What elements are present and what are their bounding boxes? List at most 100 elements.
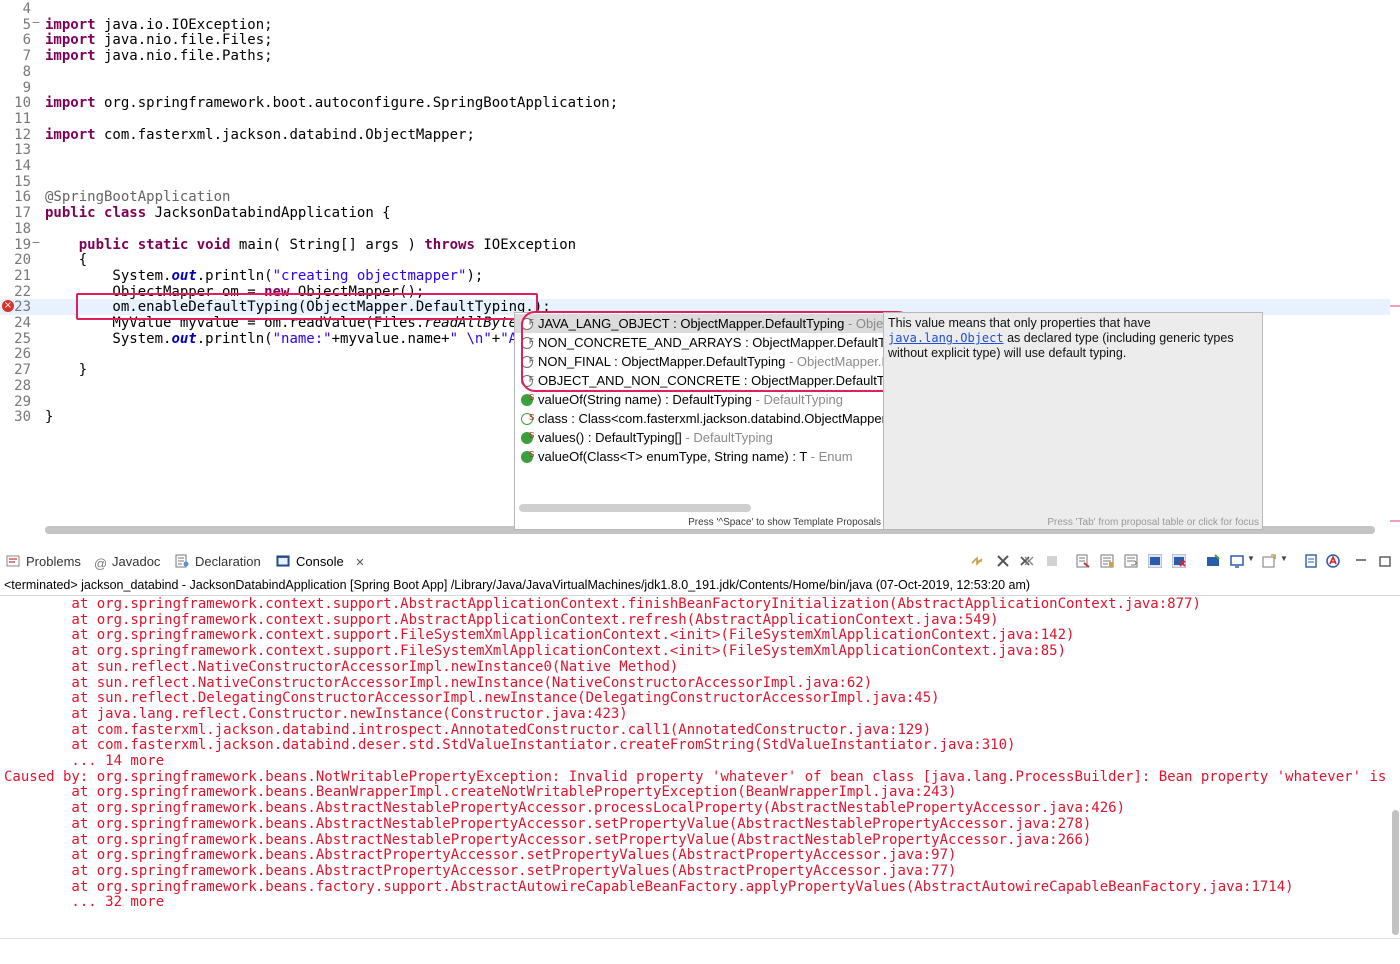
chevron-down-icon[interactable]: ▼ xyxy=(1280,554,1294,568)
code-line[interactable]: 22 ObjectMapper om = new ObjectMapper(); xyxy=(0,284,1390,300)
tab-label: Problems xyxy=(26,554,81,569)
line-number: 26 xyxy=(14,346,31,363)
code-line[interactable]: 20 { xyxy=(0,252,1390,268)
assist-status-text: Press '^Space' to show Template Proposal… xyxy=(688,517,881,528)
proposal-qualifier: - ObjectMapper.DefaultTyping xyxy=(788,354,883,369)
code-line[interactable]: 21 System.out.println("creating objectma… xyxy=(0,268,1390,284)
code-text: System.out.println("name:"+myvalue.name+… xyxy=(45,330,534,347)
console-line: at sun.reflect.DelegatingConstructorAcce… xyxy=(4,690,940,707)
code-line[interactable]: 9 xyxy=(0,80,1390,96)
tab-javadoc[interactable]: @ Javadoc xyxy=(94,553,160,571)
code-line[interactable]: 5− import java.io.IOException; xyxy=(0,17,1390,33)
code-line[interactable]: 10 import org.springframework.boot.autoco… xyxy=(0,95,1390,111)
chevron-down-icon[interactable]: ▼ xyxy=(1247,554,1261,568)
overview-ruler-error-mark[interactable] xyxy=(1390,305,1400,307)
scroll-lock-icon[interactable] xyxy=(1100,554,1114,568)
proposal-item[interactable]: valueOf(String name) : DefaultTyping - D… xyxy=(515,390,883,409)
proposal-scrollbar[interactable] xyxy=(519,504,751,512)
at-icon: @ xyxy=(94,556,108,571)
proposal-item[interactable]: class : Class<com.fasterxml.jackson.data… xyxy=(515,409,883,428)
open-console-icon[interactable] xyxy=(1262,554,1276,568)
code-line[interactable]: 4 xyxy=(0,1,1390,17)
console-line: at org.springframework.beans.AbstractNes… xyxy=(4,800,1126,817)
field-icon xyxy=(521,314,534,332)
line-number: 17 xyxy=(14,205,31,222)
method-icon xyxy=(521,447,534,464)
proposal-item[interactable]: NON_FINAL : ObjectMapper.DefaultTyping -… xyxy=(515,352,883,371)
spring-boot-icon[interactable] xyxy=(1326,554,1340,568)
field-icon xyxy=(521,352,534,370)
line-number: 22 xyxy=(14,283,31,300)
proposal-signature: JAVA_LANG_OBJECT : ObjectMapper.DefaultT… xyxy=(538,316,845,331)
proposal-item[interactable]: NON_CONCRETE_AND_ARRAYS : ObjectMapper.D… xyxy=(515,333,883,352)
code-text: import org.springframework.boot.autoconf… xyxy=(45,95,619,112)
console-settings-icon[interactable] xyxy=(1304,554,1318,568)
console-line: ... 32 more xyxy=(4,894,165,911)
code-line[interactable]: 18 xyxy=(0,221,1390,237)
console-vertical-scrollbar[interactable] xyxy=(1392,810,1399,935)
line-number: 5 xyxy=(22,16,31,33)
console-tab-bar: Problems @ Javadoc Declaration Console ✕ … xyxy=(0,548,1400,576)
minimize-icon[interactable] xyxy=(1354,554,1368,568)
code-line[interactable]: 7 import java.nio.file.Paths; xyxy=(0,48,1390,64)
proposal-item[interactable]: JAVA_LANG_OBJECT : ObjectMapper.DefaultT… xyxy=(515,314,883,333)
close-icon[interactable]: ✕ xyxy=(355,557,364,569)
code-text: System.out.println("creating objectmappe… xyxy=(45,267,484,284)
maximize-icon[interactable] xyxy=(1378,554,1392,568)
proposal-label: JAVA_LANG_OBJECT : ObjectMapper.DefaultT… xyxy=(538,314,883,333)
tab-console[interactable]: Console ✕ xyxy=(276,553,365,572)
line-number: 9 xyxy=(22,79,31,96)
javadoc-hover-popup[interactable]: This value means that only properties th… xyxy=(883,312,1263,530)
fold-toggle-icon[interactable]: − xyxy=(31,237,41,248)
code-line[interactable]: 17 public class JacksonDatabindApplicatio… xyxy=(0,205,1390,221)
code-text: import com.fasterxml.jackson.databind.Ob… xyxy=(45,126,475,143)
proposal-qualifier: - ObjectMapper xyxy=(847,316,883,331)
class-icon xyxy=(521,409,534,427)
code-text: import java.nio.file.Paths; xyxy=(45,48,273,65)
code-line[interactable]: 19− public static void main( String[] ar… xyxy=(0,237,1390,253)
code-line[interactable]: 15 xyxy=(0,174,1390,190)
line-number: 6 xyxy=(22,32,31,49)
proposal-item[interactable]: values() : DefaultTyping[] - DefaultTypi… xyxy=(515,428,883,447)
fold-toggle-icon[interactable]: − xyxy=(31,17,41,28)
code-line[interactable]: 12 import com.fasterxml.jackson.databind.… xyxy=(0,127,1390,143)
code-text: public static void main( String[] args )… xyxy=(78,236,577,253)
console-line: at sun.reflect.NativeConstructorAccessor… xyxy=(4,658,679,675)
remove-all-launches-icon[interactable] xyxy=(1020,554,1034,568)
field-icon xyxy=(521,333,534,351)
tab-label: Javadoc xyxy=(112,554,161,569)
console-line: at org.springframework.context.support.F… xyxy=(4,627,1075,644)
proposal-item[interactable]: OBJECT_AND_NON_CONCRETE : ObjectMapper.D… xyxy=(515,371,883,390)
code-line[interactable]: 11 xyxy=(0,111,1390,127)
display-selected-console-icon[interactable] xyxy=(1230,554,1244,568)
terminate-icon[interactable] xyxy=(1045,554,1059,568)
show-console-on-stdout-icon[interactable] xyxy=(1148,554,1162,568)
console-line: at org.springframework.beans.AbstractPro… xyxy=(4,862,957,879)
line-number: 20 xyxy=(14,252,31,269)
overview-ruler-mark[interactable] xyxy=(1390,520,1400,522)
proposal-label: class : Class<com.fasterxml.jackson.data… xyxy=(538,409,883,428)
pin-console-icon[interactable] xyxy=(1206,554,1220,568)
tab-problems[interactable]: Problems xyxy=(6,553,81,571)
show-console-on-stderr-icon[interactable] xyxy=(1172,554,1186,568)
remove-launch-icon[interactable] xyxy=(996,554,1010,568)
code-line[interactable]: 13 xyxy=(0,142,1390,158)
console-line: at com.fasterxml.jackson.databind.deser.… xyxy=(4,737,1016,754)
console-output[interactable]: at org.springframework.context.support.A… xyxy=(0,596,1390,940)
code-line[interactable]: 6 import java.nio.file.Files; xyxy=(0,32,1390,48)
clear-console-icon[interactable] xyxy=(1076,554,1090,568)
proposal-label: values() : DefaultTyping[] - DefaultTypi… xyxy=(538,428,773,447)
proposal-item[interactable]: valueOf(Class<T> enumType, String name) … xyxy=(515,447,883,466)
proposal-label: OBJECT_AND_NON_CONCRETE : ObjectMapper.D… xyxy=(538,371,883,390)
code-line[interactable]: 16 @SpringBootApplication xyxy=(0,189,1390,205)
word-wrap-icon[interactable] xyxy=(1124,554,1138,568)
code-line[interactable]: 8 xyxy=(0,64,1390,80)
doc-code-link[interactable]: java.lang.Object xyxy=(888,331,1004,345)
content-assist-popup[interactable]: JAVA_LANG_OBJECT : ObjectMapper.DefaultT… xyxy=(514,312,884,530)
console-line: at com.fasterxml.jackson.databind.intros… xyxy=(4,721,932,738)
relaunch-icon[interactable] xyxy=(970,554,984,568)
tab-label: Declaration xyxy=(195,554,261,569)
tab-declaration[interactable]: Declaration xyxy=(175,553,261,571)
tab-label: Console xyxy=(296,554,344,569)
code-line[interactable]: 14 xyxy=(0,158,1390,174)
